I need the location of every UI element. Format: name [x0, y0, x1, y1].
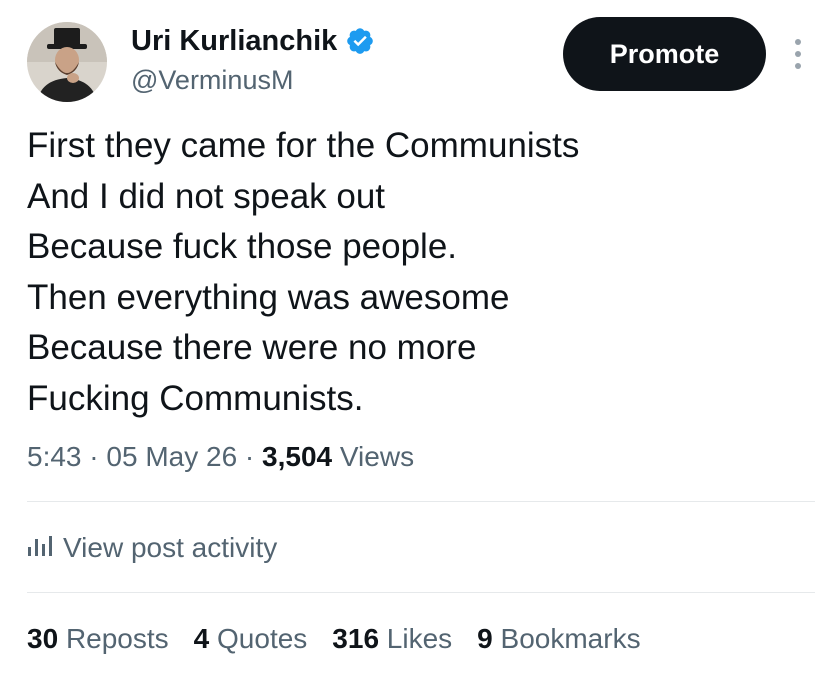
promote-button[interactable]: Promote	[563, 17, 766, 91]
tweet-line: Then everything was awesome	[27, 277, 510, 317]
author-name-row[interactable]: Uri Kurlianchik	[131, 24, 375, 58]
bar-chart-icon	[27, 528, 53, 568]
verified-badge-icon[interactable]	[345, 26, 375, 56]
tweet-line: And I did not speak out	[27, 176, 386, 216]
author-handle[interactable]: @VerminusM	[131, 64, 293, 96]
more-vertical-icon[interactable]	[788, 36, 808, 72]
stat-quotes[interactable]: 4 Quotes	[194, 619, 308, 659]
tweet-line: Fucking Communists.	[27, 378, 364, 418]
tweet-time[interactable]: 5:43	[27, 441, 82, 472]
stat-label: Reposts	[65, 623, 169, 654]
views-count: 3,504	[262, 441, 333, 472]
tweet-line: First they came for the Communists	[27, 126, 580, 165]
tweet-meta: 5:43 · 05 May 26 · 3,504 Views	[27, 437, 414, 477]
meta-separator: ·	[244, 441, 255, 472]
divider	[27, 592, 815, 593]
stat-label: Quotes	[217, 623, 308, 654]
display-name[interactable]: Uri Kurlianchik	[131, 24, 337, 58]
avatar[interactable]	[27, 22, 107, 102]
meta-separator: ·	[89, 441, 99, 472]
stat-label: Bookmarks	[500, 623, 641, 654]
view-post-activity-link[interactable]: View post activity	[27, 528, 277, 568]
stat-count: 30	[27, 623, 59, 654]
stat-bookmarks[interactable]: 9 Bookmarks	[477, 619, 640, 659]
stat-count: 9	[477, 623, 493, 654]
stat-count: 4	[193, 623, 210, 654]
views-label: Views	[339, 441, 415, 472]
divider	[27, 501, 815, 502]
tweet-line: Because there were no more	[27, 328, 477, 367]
tweet-line: Because fuck those people.	[27, 227, 458, 266]
stat-label: Likes	[386, 623, 453, 654]
engagement-stats: 30 Reposts 4 Quotes 316 Likes 9 Bookmark…	[27, 619, 641, 659]
stat-count: 316	[332, 623, 380, 654]
stat-reposts[interactable]: 30 Reposts	[27, 619, 169, 659]
view-post-activity-label: View post activity	[63, 532, 278, 563]
tweet-date[interactable]: 05 May 26	[106, 441, 237, 472]
stat-likes[interactable]: 316 Likes	[332, 619, 452, 659]
tweet-text: First they came for the Communists And I…	[27, 121, 817, 424]
avatar-image	[27, 22, 107, 102]
